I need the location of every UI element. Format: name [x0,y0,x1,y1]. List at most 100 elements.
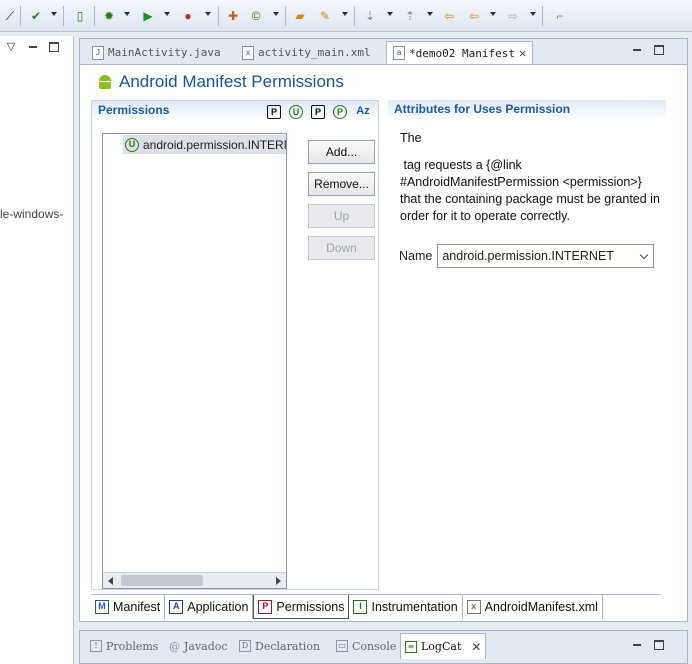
up-button[interactable]: Up [308,204,375,228]
chevron-down-icon[interactable] [387,12,393,16]
declaration-icon: D [239,640,251,652]
chevron-down-icon[interactable] [427,12,433,16]
forward-icon[interactable]: ⇨ [505,8,521,24]
list-item[interactable]: U android.permission.INTERNET [123,135,286,154]
attributes-header: Attributes for Uses Permission [388,100,666,120]
page-title: Android Manifest Permissions [97,72,344,92]
pencil-icon[interactable]: ✎ [317,8,333,24]
description-line-2: tag requests a {@link #AndroidManifestPe… [400,158,664,223]
description-line-1: The [400,131,422,145]
scroll-left-icon[interactable] [108,577,113,585]
tab-manifest[interactable]: a *demo02 Manifest ✕ [386,41,534,64]
minimize-icon[interactable] [631,639,643,651]
horizontal-scrollbar[interactable] [103,572,286,588]
external-tools-icon[interactable]: ● [180,8,196,24]
xml-file-icon: x [242,45,254,60]
toolbar-separator [218,6,219,26]
bottom-views-bar: ! Problems @ Javadoc D Declaration ▭ Con… [79,630,688,664]
tab-activity-main[interactable]: x activity_main.xml [236,41,377,64]
problems-icon: ! [90,640,102,652]
left-view: ▽ le-windows- [0,36,74,664]
remove-button[interactable]: Remove... [308,172,375,196]
bottom-tab-label: LogCat [421,640,462,653]
toolbar-separator [20,6,21,26]
manifest-editor: J MainActivity.java x activity_main.xml … [79,38,688,622]
tab-instrumentation[interactable]: I Instrumentation [349,595,463,619]
tab-manifest-overview[interactable]: M Manifest [91,595,166,619]
tab-problems[interactable]: ! Problems [86,633,162,659]
chevron-down-icon[interactable] [164,12,170,16]
tab-application[interactable]: A Application [165,595,254,619]
debug-icon[interactable]: ✹ [101,8,117,24]
tab-declaration[interactable]: D Declaration [235,633,324,659]
name-label: Name [399,249,433,263]
list-item-label: android.permission.INTERNET [143,137,286,152]
tab-label: *demo02 Manifest [409,46,515,60]
tab-mainactivity[interactable]: J MainActivity.java [86,41,227,64]
tab-logcat[interactable]: ≡ LogCat ✕ [400,633,487,659]
open-folder-icon[interactable]: ▰ [292,8,308,24]
page-title-text: Android Manifest Permissions [119,72,344,91]
chevron-down-icon[interactable] [205,12,211,16]
manifest-file-icon: a [393,46,405,60]
page-tab-label: AndroidManifest.xml [484,600,598,614]
tab-label: activity_main.xml [258,46,371,59]
pin-editor-icon[interactable]: ⌐ [552,8,568,24]
attributes-description: The tag requests a {@link #AndroidManife… [400,130,662,235]
filter-permission-button[interactable]: P [267,105,281,119]
tab-console[interactable]: ▭ Console [332,633,400,659]
tab-javadoc[interactable]: @ Javadoc [165,633,232,659]
bottom-tab-label: Problems [106,639,159,653]
filter-uses-permission-button[interactable]: U [289,105,303,119]
close-icon[interactable]: ✕ [471,640,481,654]
wand-icon[interactable]: ⟋ [2,8,18,24]
left-view-text: le-windows- [0,207,64,221]
next-annotation-icon[interactable]: ⇣ [362,8,378,24]
scroll-thumb[interactable] [121,575,203,586]
prev-annotation-icon[interactable]: ⇡ [402,8,418,24]
new-class-icon[interactable]: © [248,8,264,24]
main-toolbar: ⟋ ✔ ▯ ✹ ▶ ● ✚ © ▰ ✎ ⇣ ⇡ ⇦ ⇦ ⇨ ⌐ [0,0,692,32]
page-tab-label: Application [187,600,249,614]
toolbar-separator [63,6,64,26]
maximize-icon[interactable] [49,42,59,52]
minimize-icon[interactable] [27,41,39,53]
add-button[interactable]: Add... [308,140,375,164]
last-edit-icon[interactable]: ⇦ [441,8,457,24]
filter-permission-group-button[interactable]: P [333,105,347,119]
sort-alpha-button[interactable]: Az [354,105,372,119]
chevron-down-icon[interactable] [530,12,536,16]
view-menu-icon[interactable]: ▽ [5,41,17,53]
permissions-list[interactable]: U android.permission.INTERNET [102,133,287,589]
chevron-down-icon[interactable] [342,12,348,16]
check-icon[interactable]: ✔ [28,8,44,24]
bottom-tab-label: Javadoc [184,639,228,653]
run-icon[interactable]: ▶ [140,8,156,24]
tab-permissions[interactable]: P Permissions [253,595,350,619]
instrumentation-icon: I [353,600,368,614]
package-icon[interactable]: ✚ [225,8,241,24]
scroll-right-icon[interactable] [276,577,281,585]
console-icon: ▭ [336,640,348,652]
minimize-icon[interactable] [631,44,643,56]
chevron-down-icon[interactable] [273,12,279,16]
down-button[interactable]: Down [308,236,375,260]
application-icon: A [169,600,184,614]
new-file-icon[interactable]: ▯ [72,8,88,24]
name-combobox[interactable]: android.permission.INTERNET [437,244,655,268]
toolbar-separator [94,6,95,26]
android-icon [97,74,113,90]
maximize-icon[interactable] [654,640,664,650]
chevron-down-icon[interactable] [490,12,496,16]
chevron-down-icon[interactable] [124,12,130,16]
back-icon[interactable]: ⇦ [466,8,482,24]
xml-file-icon: x [466,600,481,614]
chevron-down-icon[interactable] [640,250,649,260]
tab-androidmanifest-xml[interactable]: x AndroidManifest.xml [463,595,603,619]
java-file-icon: J [92,45,104,60]
maximize-icon[interactable] [654,45,664,55]
toolbar-separator [542,6,543,26]
filter-permission-tree-button[interactable]: P [311,105,325,119]
chevron-down-icon[interactable] [51,12,57,16]
close-icon[interactable]: ✕ [519,46,526,60]
